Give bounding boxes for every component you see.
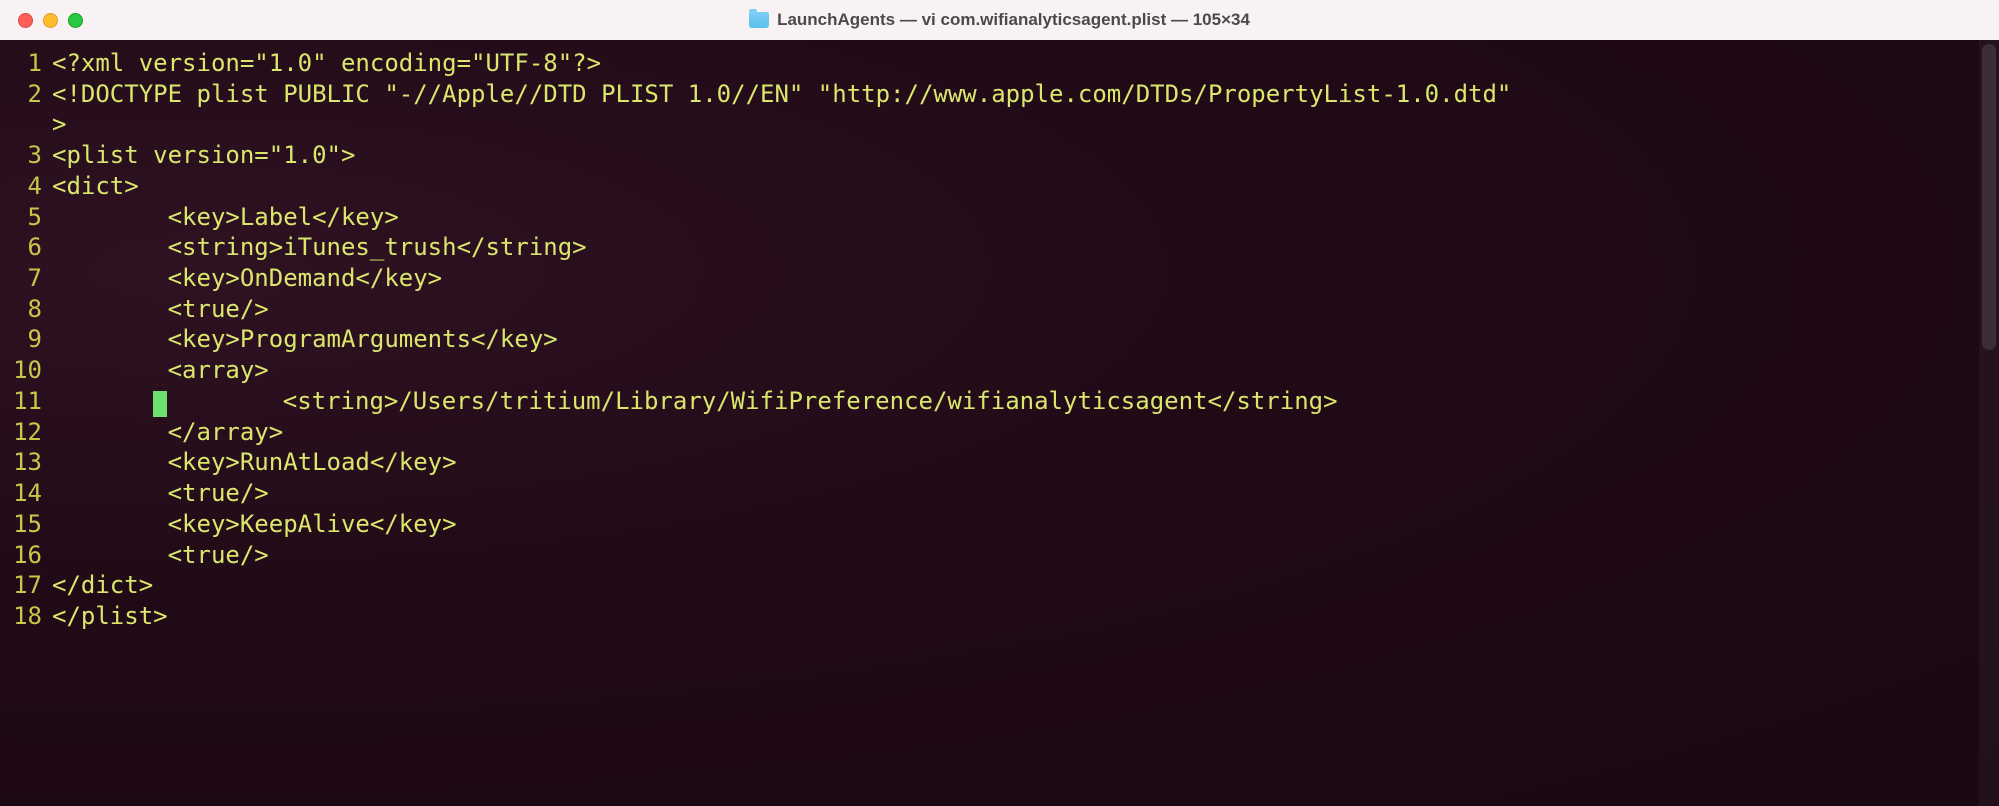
line-number: 5 bbox=[6, 202, 52, 233]
code-text: </plist> bbox=[52, 601, 168, 632]
line-number: 6 bbox=[6, 232, 52, 263]
code-line[interactable]: > bbox=[0, 109, 1999, 140]
line-number: 3 bbox=[6, 140, 52, 171]
window-title: LaunchAgents — vi com.wifianalyticsagent… bbox=[0, 10, 1999, 30]
line-number: 8 bbox=[6, 294, 52, 325]
terminal-window: LaunchAgents — vi com.wifianalyticsagent… bbox=[0, 0, 1999, 806]
line-number: 7 bbox=[6, 263, 52, 294]
code-line[interactable]: 6 <string>iTunes_trush</string> bbox=[0, 232, 1999, 263]
code-text: <?xml version="1.0" encoding="UTF-8"?> bbox=[52, 48, 601, 79]
code-line[interactable]: 8 <true/> bbox=[0, 294, 1999, 325]
code-line[interactable]: 7 <key>OnDemand</key> bbox=[0, 263, 1999, 294]
code-text: <key>OnDemand</key> bbox=[52, 263, 442, 294]
code-text: <string>/Users/tritium/Library/WifiPrefe… bbox=[52, 386, 1338, 417]
line-number: 17 bbox=[6, 570, 52, 601]
code-line[interactable]: 14 <true/> bbox=[0, 478, 1999, 509]
code-line[interactable]: 17</dict> bbox=[0, 570, 1999, 601]
code-text: </array> bbox=[52, 417, 283, 448]
code-text: <array> bbox=[52, 355, 269, 386]
line-number: 12 bbox=[6, 417, 52, 448]
code-line[interactable]: 3<plist version="1.0"> bbox=[0, 140, 1999, 171]
code-text: <true/> bbox=[52, 294, 269, 325]
code-line[interactable]: 15 <key>KeepAlive</key> bbox=[0, 509, 1999, 540]
line-number bbox=[6, 109, 52, 140]
line-number: 13 bbox=[6, 447, 52, 478]
code-text: <plist version="1.0"> bbox=[52, 140, 355, 171]
line-number: 2 bbox=[6, 79, 52, 110]
scrollbar-thumb[interactable] bbox=[1982, 44, 1996, 350]
code-line[interactable]: 16 <true/> bbox=[0, 540, 1999, 571]
code-text: </dict> bbox=[52, 570, 153, 601]
line-number: 10 bbox=[6, 355, 52, 386]
code-line[interactable]: 9 <key>ProgramArguments</key> bbox=[0, 324, 1999, 355]
code-line[interactable]: 18</plist> bbox=[0, 601, 1999, 632]
line-number: 4 bbox=[6, 171, 52, 202]
line-number: 9 bbox=[6, 324, 52, 355]
titlebar[interactable]: LaunchAgents — vi com.wifianalyticsagent… bbox=[0, 0, 1999, 40]
code-text: <true/> bbox=[52, 540, 269, 571]
cursor bbox=[153, 391, 167, 417]
line-number: 15 bbox=[6, 509, 52, 540]
line-number: 11 bbox=[6, 386, 52, 417]
line-number: 14 bbox=[6, 478, 52, 509]
scrollbar[interactable] bbox=[1979, 40, 1999, 806]
code-text: <!DOCTYPE plist PUBLIC "-//Apple//DTD PL… bbox=[52, 79, 1511, 110]
line-number: 1 bbox=[6, 48, 52, 79]
code-line[interactable]: 10 <array> bbox=[0, 355, 1999, 386]
line-number: 16 bbox=[6, 540, 52, 571]
code-line[interactable]: 2<!DOCTYPE plist PUBLIC "-//Apple//DTD P… bbox=[0, 79, 1999, 110]
code-line[interactable]: 12 </array> bbox=[0, 417, 1999, 448]
code-line[interactable]: 4<dict> bbox=[0, 171, 1999, 202]
folder-icon bbox=[749, 12, 769, 28]
code-line[interactable]: 1<?xml version="1.0" encoding="UTF-8"?> bbox=[0, 48, 1999, 79]
code-line[interactable]: 5 <key>Label</key> bbox=[0, 202, 1999, 233]
code-text: <key>Label</key> bbox=[52, 202, 399, 233]
code-line[interactable]: 11 <string>/Users/tritium/Library/WifiPr… bbox=[0, 386, 1999, 417]
code-text: <key>ProgramArguments</key> bbox=[52, 324, 558, 355]
code-text: > bbox=[52, 109, 66, 140]
code-text: <key>KeepAlive</key> bbox=[52, 509, 457, 540]
code-line[interactable]: 13 <key>RunAtLoad</key> bbox=[0, 447, 1999, 478]
code-text: <dict> bbox=[52, 171, 139, 202]
window-title-text: LaunchAgents — vi com.wifianalyticsagent… bbox=[777, 10, 1250, 30]
code-text: <key>RunAtLoad</key> bbox=[52, 447, 457, 478]
line-number: 18 bbox=[6, 601, 52, 632]
code-text: <string>iTunes_trush</string> bbox=[52, 232, 587, 263]
code-text: <true/> bbox=[52, 478, 269, 509]
terminal-editor[interactable]: 1<?xml version="1.0" encoding="UTF-8"?>2… bbox=[0, 40, 1999, 806]
